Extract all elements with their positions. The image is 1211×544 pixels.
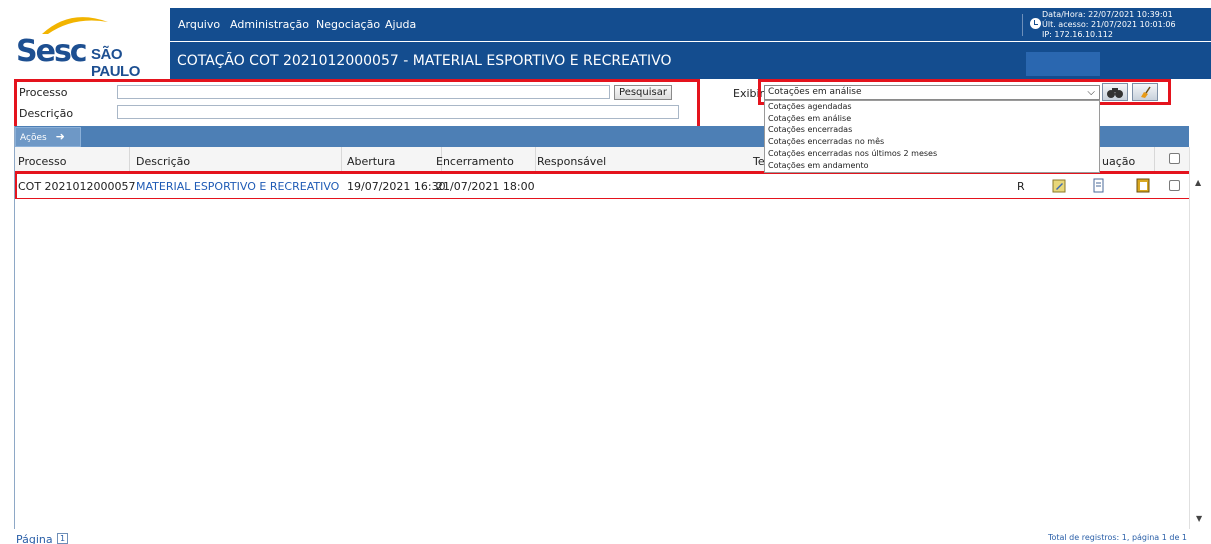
table-left-border (14, 126, 15, 529)
col-processo[interactable]: Processo (18, 155, 66, 168)
search-button[interactable]: Pesquisar (614, 85, 672, 100)
session-datetime: Data/Hora: 22/07/2021 10:39:01 (1042, 10, 1173, 19)
row-highlight (14, 171, 1197, 201)
logo-text: Sesc (16, 34, 88, 69)
col-encerramento[interactable]: Encerramento (436, 155, 514, 168)
clock-icon (1030, 18, 1041, 29)
logo-subtitle: SÃO PAULO (91, 46, 140, 80)
total-records: Total de registros: 1, página 1 de 1 (1047, 533, 1187, 542)
option-agendadas[interactable]: Cotações agendadas (768, 102, 852, 111)
user-block[interactable] (1026, 52, 1100, 76)
col-abertura[interactable]: Abertura (347, 155, 395, 168)
header: Sesc SÃO PAULO Arquivo Administração Neg… (0, 0, 1211, 80)
page-title: COTAÇÃO COT 2021012000057 - MATERIAL ESP… (177, 53, 672, 69)
table-body (14, 199, 1189, 529)
page-label: Página (16, 533, 53, 544)
option-encerradas-mes[interactable]: Cotações encerradas no mês (768, 137, 884, 146)
menu-negociacao[interactable]: Negociação (316, 18, 380, 31)
select-all-checkbox[interactable] (1169, 153, 1180, 164)
acoes-button[interactable]: Ações ➜ (15, 127, 81, 147)
processo-label: Processo (19, 86, 68, 99)
column-divider (129, 147, 130, 173)
column-divider (1154, 147, 1155, 173)
column-divider (535, 147, 536, 173)
col-descricao[interactable]: Descrição (136, 155, 190, 168)
arrow-right-icon: ➜ (55, 130, 65, 143)
option-em-analise[interactable]: Cotações em análise (768, 114, 851, 123)
col-responsavel[interactable]: Responsável (537, 155, 606, 168)
scroll-down-icon[interactable]: ▼ (1196, 514, 1202, 523)
option-encerradas[interactable]: Cotações encerradas (768, 125, 852, 134)
option-em-andamento[interactable]: Cotações em andamento (768, 161, 868, 170)
column-divider (341, 147, 342, 173)
session-divider (1022, 14, 1023, 36)
descricao-label: Descrição (19, 107, 74, 120)
option-encerradas-2-meses[interactable]: Cotações encerradas nos últimos 2 meses (768, 149, 937, 158)
col-situacao[interactable]: uação (1102, 155, 1135, 168)
page-number-input[interactable]: 1 (57, 533, 68, 544)
menu-administracao[interactable]: Administração (230, 18, 309, 31)
menu-ajuda[interactable]: Ajuda (385, 18, 416, 31)
footer: Página 1 Total de registros: 1, página 1… (14, 529, 1199, 544)
logo-swoosh-icon (42, 17, 108, 34)
acoes-label: Ações (20, 133, 47, 143)
session-info: Data/Hora: 22/07/2021 10:39:01 Últ. aces… (1042, 10, 1176, 40)
scrollbar[interactable] (1189, 147, 1200, 529)
col-te[interactable]: Te (753, 155, 765, 168)
scroll-arrow-icon[interactable]: ▲ (1195, 178, 1201, 187)
session-ip: IP: 172.16.10.112 (1042, 30, 1113, 39)
exibir-dropdown: Cotações agendadas Cotações em análise C… (764, 100, 1100, 173)
logo: Sesc SÃO PAULO (0, 0, 170, 80)
session-last-access: Últ. acesso: 21/07/2021 10:01:06 (1042, 20, 1176, 29)
menu-arquivo[interactable]: Arquivo (178, 18, 220, 31)
processo-input[interactable] (117, 85, 610, 99)
descricao-input[interactable] (117, 105, 679, 119)
